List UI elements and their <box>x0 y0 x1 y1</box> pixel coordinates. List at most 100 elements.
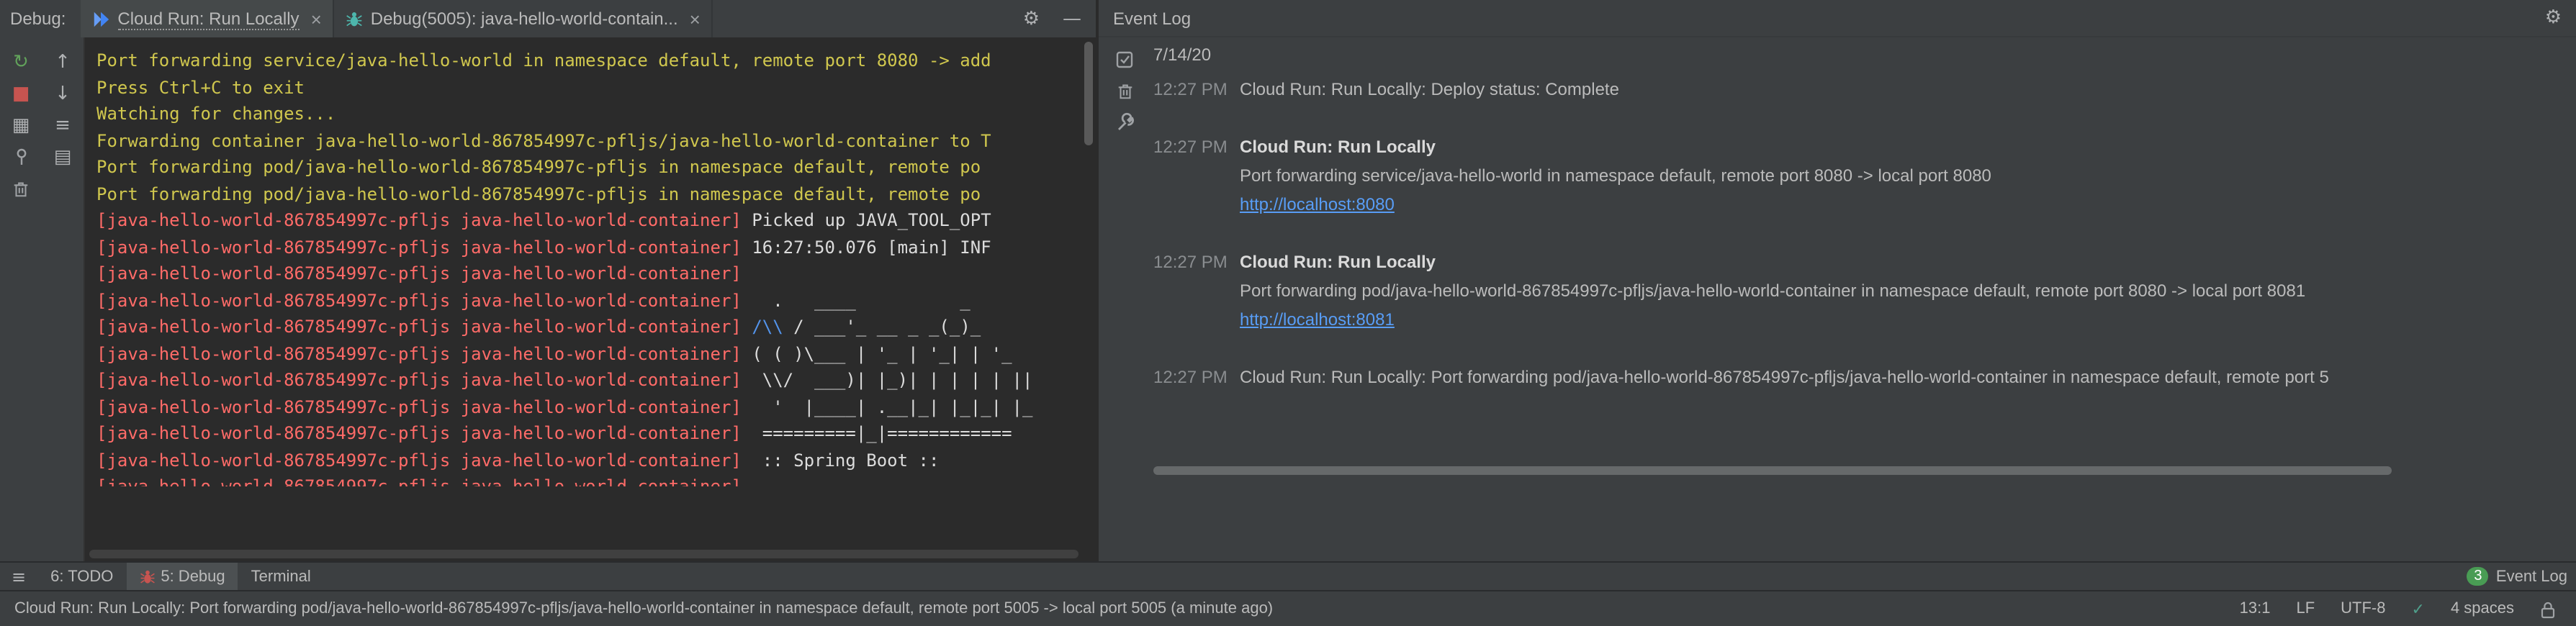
event-date: 7/14/20 <box>1153 43 2564 66</box>
console-line: [java-hello-world-867854997c-pfljs java-… <box>96 420 1096 447</box>
restore-layout-icon[interactable]: ▦ <box>6 111 35 140</box>
event-item: 12:27 PMCloud Run: Run LocallyPort forwa… <box>1153 248 2564 334</box>
event-link[interactable]: http://localhost:8080 <box>1240 190 1395 219</box>
event-item: 12:27 PM Cloud Run: Run Locally: Deploy s… <box>1153 75 2564 104</box>
event-title: Cloud Run: Run Locally <box>1240 248 2564 276</box>
debug-tool-window: Debug: Cloud Run: Run Locally × <box>0 0 1096 561</box>
debug-label: Debug: <box>10 9 66 29</box>
terminal-label: Terminal <box>251 568 311 585</box>
todo-label: 6: TODO <box>50 568 113 585</box>
event-text: Cloud Run: Run Locally: Deploy status: C… <box>1240 75 2564 104</box>
event-log-panel: Event Log ⚙ <box>1096 0 2576 561</box>
status-bar-widgets: 13:1 LF UTF-8 ✓ 4 spaces <box>2240 599 2562 618</box>
tab-cloud-run-run-locally[interactable]: Cloud Run: Run Locally × <box>80 0 334 37</box>
console-line: Watching for changes... <box>96 101 1096 127</box>
tab-label: Debug(5005): java-hello-world-contain... <box>371 9 678 29</box>
file-encoding[interactable]: UTF-8 <box>2341 600 2385 617</box>
event-time: 12:27 PM <box>1153 75 1231 104</box>
caret-position[interactable]: 13:1 <box>2240 600 2271 617</box>
indent-setting[interactable]: 4 spaces <box>2451 600 2514 617</box>
event-text: Cloud Run: Run Locally: Port forwarding … <box>1240 363 2564 391</box>
event-body: Cloud Run: Run LocallyPort forwarding se… <box>1240 132 2564 219</box>
debug-body: ↻ ↑ ■ ↓ ▦ ≡ ▤ <box>0 37 1096 561</box>
event-title: Cloud Run: Run Locally <box>1240 132 2564 161</box>
console-line: Port forwarding pod/java-hello-world-867… <box>96 181 1096 207</box>
stop-icon[interactable]: ■ <box>6 79 35 108</box>
event-log-content: 7/14/20 12:27 PM Cloud Run: Run Locally: … <box>1153 43 2564 532</box>
trash-icon[interactable] <box>6 174 35 203</box>
gear-icon[interactable]: ⚙ <box>1023 8 1040 30</box>
event-body: Cloud Run: Run Locally: Port forwarding … <box>1240 363 2564 391</box>
event-text: Port forwarding pod/java-hello-world-867… <box>1240 276 2564 305</box>
line-separator[interactable]: LF <box>2296 600 2315 617</box>
debug-tab-label: 5: Debug <box>161 568 225 585</box>
tool-window-bar: ≡ 6: TODO 5: Debug Terminal 3 Eve <box>0 561 2576 590</box>
console-line: Port forwarding pod/java-hello-world-867… <box>96 154 1096 181</box>
console-line: [java-hello-world-867854997c-pfljs java-… <box>96 473 1096 486</box>
clear-all-icon[interactable] <box>1115 81 1134 101</box>
console-line: [java-hello-world-867854997c-pfljs java-… <box>96 287 1096 314</box>
event-log-horizontal-scrollbar[interactable] <box>1153 466 2392 475</box>
tab-debug-5005[interactable]: Debug(5005): java-hello-world-contain...… <box>335 0 713 37</box>
event-link[interactable]: http://localhost:8081 <box>1240 305 1395 334</box>
mark-all-read-icon[interactable] <box>1114 49 1135 69</box>
tool-window-button-terminal[interactable]: Terminal <box>238 563 324 590</box>
console-line: Press Ctrl+C to exit <box>96 74 1096 101</box>
event-log-title: Event Log <box>1113 8 1191 28</box>
rerun-icon[interactable]: ↻ <box>6 47 35 76</box>
event-log-button-label: Event Log <box>2496 568 2567 585</box>
tool-window-switcher-icon[interactable]: ≡ <box>0 566 37 586</box>
console-line: Port forwarding service/java-hello-world… <box>96 47 1096 74</box>
pin-icon[interactable] <box>6 142 35 171</box>
layout-icon[interactable]: ▤ <box>48 142 77 171</box>
event-item: 12:27 PMCloud Run: Run LocallyPort forwa… <box>1153 132 2564 219</box>
minimize-icon[interactable]: — <box>1063 8 1081 30</box>
console-horizontal-scrollbar[interactable] <box>89 550 1078 558</box>
lock-icon[interactable] <box>2540 599 2556 618</box>
step-down-icon[interactable]: ↓ <box>48 79 77 108</box>
event-time: 12:27 PM <box>1153 363 1231 391</box>
console-settings-icon[interactable]: ≡ <box>48 111 77 140</box>
event-log-body: 7/14/20 12:27 PM Cloud Run: Run Locally: … <box>1099 37 2576 561</box>
tool-window-button-debug[interactable]: 5: Debug <box>126 563 238 590</box>
tab-label: Cloud Run: Run Locally <box>117 8 299 30</box>
console-vertical-scrollbar[interactable] <box>1084 42 1093 145</box>
console-line: [java-hello-world-867854997c-pfljs java-… <box>96 447 1096 473</box>
debug-header: Debug: Cloud Run: Run Locally × <box>0 0 1096 37</box>
debug-toolbar: ↻ ↑ ■ ↓ ▦ ≡ ▤ <box>0 37 84 561</box>
event-body: Cloud Run: Run LocallyPort forwarding po… <box>1240 248 2564 334</box>
console-line: [java-hello-world-867854997c-pfljs java-… <box>96 340 1096 367</box>
console-line: [java-hello-world-867854997c-pfljs java-… <box>96 260 1096 287</box>
event-item: 12:27 PM Cloud Run: Run Locally: Port for… <box>1153 363 2564 391</box>
console-line: [java-hello-world-867854997c-pfljs java-… <box>96 207 1096 234</box>
event-text: Port forwarding service/java-hello-world… <box>1240 161 2564 190</box>
console-line: [java-hello-world-867854997c-pfljs java-… <box>96 314 1096 340</box>
console-line: [java-hello-world-867854997c-pfljs java-… <box>96 367 1096 394</box>
console-line: [java-hello-world-867854997c-pfljs java-… <box>96 394 1096 420</box>
status-message: Cloud Run: Run Locally: Port forwarding … <box>14 600 1273 617</box>
event-time: 12:27 PM <box>1153 248 1231 334</box>
tool-window-button-event-log[interactable]: 3 Event Log <box>2467 567 2576 586</box>
ide-window: Debug: Cloud Run: Run Locally × <box>0 0 2576 626</box>
event-log-header: Event Log ⚙ <box>1099 0 2576 37</box>
event-list: 12:27 PM Cloud Run: Run Locally: Deploy s… <box>1153 75 2564 391</box>
event-log-toolbar <box>1106 49 1143 132</box>
debug-bug-icon <box>346 9 364 28</box>
event-log-badge: 3 <box>2467 567 2489 586</box>
gear-icon[interactable]: ⚙ <box>2545 7 2562 29</box>
event-time: 12:27 PM <box>1153 132 1231 219</box>
cloud-run-icon <box>91 9 110 28</box>
close-icon[interactable]: × <box>311 8 322 30</box>
tool-window-button-todo[interactable]: 6: TODO <box>37 563 126 590</box>
debug-bug-icon <box>139 568 155 585</box>
wrench-icon[interactable] <box>1114 112 1135 132</box>
console-line: Forwarding container java-hello-world-86… <box>96 127 1096 154</box>
step-up-icon[interactable]: ↑ <box>48 47 77 76</box>
event-body: Cloud Run: Run Locally: Deploy status: C… <box>1240 75 2564 104</box>
status-bar: Cloud Run: Run Locally: Port forwarding … <box>0 590 2576 626</box>
inspections-check-icon[interactable]: ✓ <box>2412 599 2425 618</box>
console-output: Port forwarding service/java-hello-world… <box>85 37 1096 486</box>
console-line: [java-hello-world-867854997c-pfljs java-… <box>96 234 1096 260</box>
run-console[interactable]: Port forwarding service/java-hello-world… <box>84 37 1096 561</box>
close-icon[interactable]: × <box>690 8 701 30</box>
